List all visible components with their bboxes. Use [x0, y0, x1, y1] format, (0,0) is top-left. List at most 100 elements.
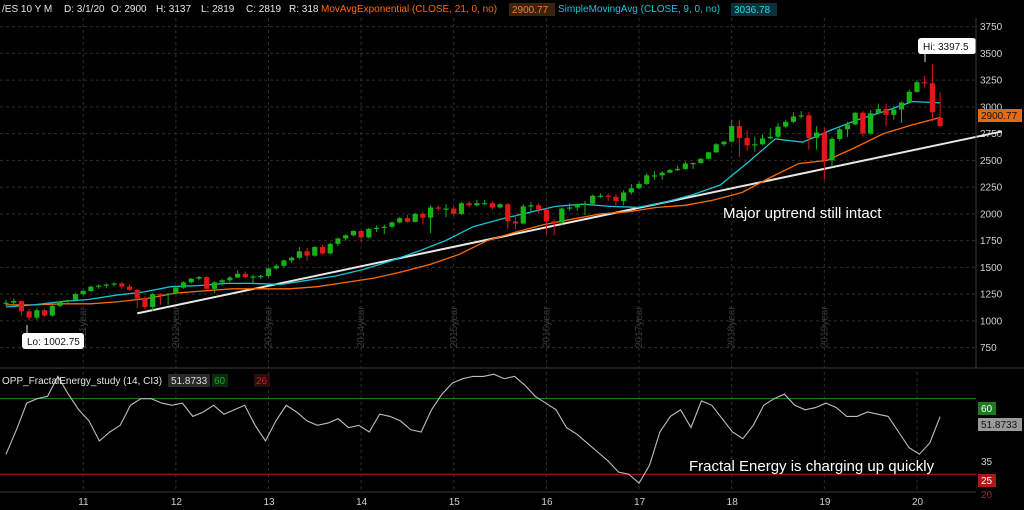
candle-body	[559, 208, 565, 223]
candle-body	[165, 293, 171, 295]
candle-up[interactable]	[520, 204, 526, 225]
candle-body	[590, 195, 596, 204]
candle-body	[497, 204, 503, 208]
candle-up[interactable]	[713, 143, 719, 153]
candle-body	[528, 205, 534, 207]
candle-body	[312, 247, 318, 256]
candle-body	[366, 228, 372, 238]
header-sma-value: 3036.78	[734, 5, 771, 16]
candle-body	[914, 82, 920, 92]
candle-body	[891, 109, 897, 115]
candle-body	[744, 137, 750, 146]
year-label: 2015year	[449, 306, 460, 348]
chart-background	[0, 0, 1024, 510]
candle-body	[543, 209, 549, 222]
candle-body	[451, 208, 457, 214]
candle-body	[142, 298, 148, 307]
time-tick-label: 12	[171, 497, 183, 508]
candle-body	[250, 276, 256, 278]
candle-up[interactable]	[327, 242, 333, 255]
candle-body	[767, 136, 773, 139]
candle-body	[667, 169, 673, 173]
candle-body	[180, 282, 187, 288]
candle-up[interactable]	[868, 110, 874, 135]
time-tick-label: 20	[912, 497, 924, 508]
candle-body	[204, 277, 210, 289]
price-tick-label: 3750	[980, 22, 1003, 33]
candle-up[interactable]	[412, 212, 418, 223]
year-label: 2012year	[171, 306, 182, 348]
price-tick-label: 3250	[980, 76, 1003, 87]
candle-body	[219, 280, 225, 283]
candle-body	[705, 152, 712, 159]
candle-body	[319, 247, 326, 254]
candle-body	[759, 138, 766, 145]
fe-value-tag: 51.8733	[981, 420, 1018, 431]
fe-study-label[interactable]: OPP_FractalEnergy_study (14, CI3)	[2, 376, 162, 387]
header-ema-label[interactable]: MovAvgExponential (CLOSE, 21, 0, no)	[321, 4, 497, 15]
candle-up[interactable]	[366, 227, 372, 239]
year-label: 2014year	[356, 306, 367, 348]
fe-header-value: 51.8733	[171, 376, 208, 387]
candle-body	[605, 195, 611, 197]
candle-up[interactable]	[180, 281, 187, 289]
candle-up[interactable]	[698, 158, 704, 164]
candle-up[interactable]	[705, 151, 712, 160]
header-symbol[interactable]: /ES 10 Y M	[2, 4, 52, 15]
candle-up[interactable]	[458, 202, 465, 215]
price-tick-label: 2250	[980, 183, 1003, 194]
candle-body	[636, 183, 642, 189]
price-tick-label: 1000	[980, 316, 1003, 327]
candle-up[interactable]	[173, 286, 179, 295]
header-high: H: 3137	[156, 4, 191, 15]
time-tick-label: 13	[263, 497, 275, 508]
candle-body	[621, 192, 627, 202]
price-tag: 2900.77	[981, 111, 1018, 122]
candle-body	[404, 218, 411, 222]
candle-up[interactable]	[312, 245, 318, 257]
candle-body	[134, 289, 140, 299]
chart-canvas: 2011year 2012year 2013year 2014year 2015year…	[0, 0, 1024, 510]
candle-body	[875, 108, 881, 114]
candle-body	[868, 113, 874, 134]
candle-body	[690, 163, 696, 165]
candle-body	[466, 203, 472, 206]
candle-down[interactable]	[860, 111, 866, 137]
time-tick-label: 18	[727, 497, 739, 508]
candle-body	[698, 158, 704, 164]
candle-up[interactable]	[590, 194, 596, 206]
time-tick-label: 14	[356, 497, 368, 508]
candle-body	[57, 301, 63, 306]
candle-body	[381, 226, 387, 228]
candle-up[interactable]	[559, 207, 565, 225]
candle-body	[651, 175, 658, 177]
header-range: R: 318	[289, 4, 319, 15]
candle-body	[520, 206, 526, 224]
candle-up[interactable]	[265, 267, 272, 278]
price-tick-label: 750	[980, 343, 997, 354]
year-label: 2013year	[263, 306, 274, 348]
header-sma-label[interactable]: SimpleMovingAvg (CLOSE, 9, 0, no)	[558, 4, 720, 15]
candle-body	[775, 126, 781, 137]
candle-body	[103, 284, 109, 286]
candle-down[interactable]	[204, 275, 210, 290]
candle-body	[536, 205, 542, 210]
candle-body	[729, 126, 735, 142]
candle-body	[111, 283, 117, 285]
candle-body	[790, 116, 797, 122]
candle-body	[397, 218, 403, 223]
year-label: 2019year	[819, 306, 830, 348]
candle-up[interactable]	[852, 112, 858, 126]
candle-up[interactable]	[72, 293, 79, 301]
candle-body	[42, 310, 48, 316]
candle-body	[358, 230, 364, 238]
candle-body	[235, 273, 241, 278]
candle-body	[829, 138, 835, 161]
candle-up[interactable]	[49, 304, 55, 317]
header-close: C: 2819	[246, 4, 281, 15]
candle-body	[659, 172, 665, 176]
candle-body	[389, 222, 395, 227]
candle-down[interactable]	[42, 309, 48, 317]
candle-body	[72, 294, 79, 301]
candle-body	[18, 301, 25, 312]
